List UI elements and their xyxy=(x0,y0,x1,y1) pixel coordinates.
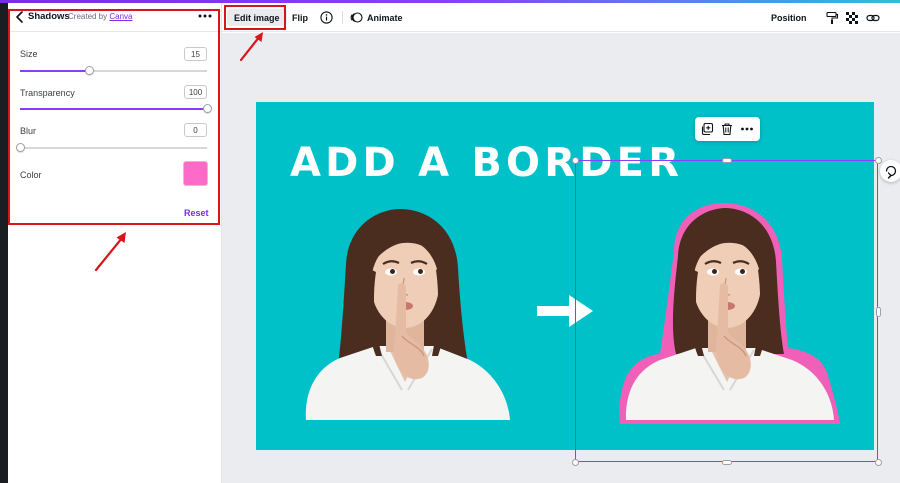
animate-icon[interactable] xyxy=(350,11,363,24)
context-toolbar: Edit image Flip Animate Position xyxy=(222,3,900,32)
info-icon[interactable] xyxy=(320,11,333,24)
annotation-box-panel xyxy=(8,9,220,225)
resize-handle-bottom-left[interactable] xyxy=(572,459,579,466)
element-floating-toolbar xyxy=(695,117,760,141)
resize-handle-top-left[interactable] xyxy=(572,157,579,164)
rotate-icon[interactable] xyxy=(880,160,900,182)
annotation-box-edit-image xyxy=(224,5,286,30)
position-button[interactable]: Position xyxy=(771,9,807,26)
flip-button[interactable]: Flip xyxy=(292,9,308,26)
copy-icon[interactable] xyxy=(700,122,714,136)
original-cutout-photo[interactable] xyxy=(298,206,512,422)
annotation-arrow-up-right-panel xyxy=(94,232,126,272)
resize-handle-bottom-right[interactable] xyxy=(875,459,882,466)
resize-handle-bottom[interactable] xyxy=(722,460,732,465)
toolbar-divider xyxy=(342,11,343,24)
trash-icon[interactable] xyxy=(720,122,734,136)
left-sidebar-edge xyxy=(0,3,8,483)
resize-handle-top[interactable] xyxy=(722,158,732,163)
arrow-right-icon xyxy=(537,295,593,327)
canva-editor: Shadows Created by Canva Size 15 Transpa… xyxy=(0,0,900,483)
transparency-icon[interactable] xyxy=(845,11,859,25)
link-icon[interactable] xyxy=(866,11,880,25)
animate-button[interactable]: Animate xyxy=(367,9,403,26)
annotation-arrow-up-right xyxy=(239,32,263,62)
paint-roller-icon[interactable] xyxy=(825,11,839,25)
resize-handle-right[interactable] xyxy=(876,307,881,317)
more-horizontal-icon[interactable] xyxy=(740,122,754,136)
bordered-cutout-photo[interactable] xyxy=(616,200,844,430)
headline-text[interactable]: ADD A BORDER xyxy=(290,140,683,186)
